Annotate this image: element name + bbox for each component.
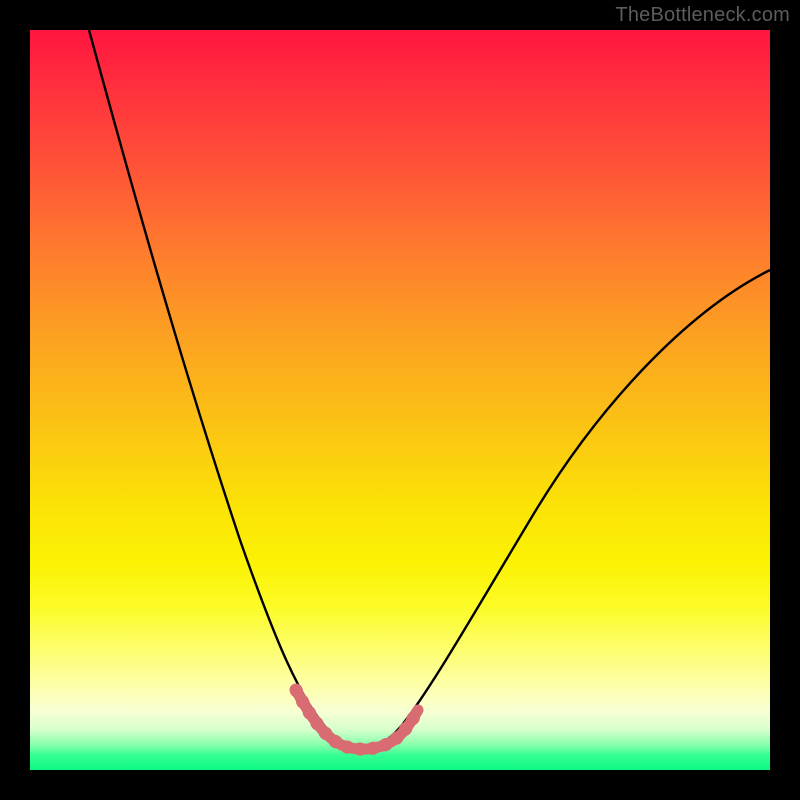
watermark-text: TheBottleneck.com	[615, 4, 790, 27]
curve-layer	[30, 30, 770, 770]
highlight-region-fill	[296, 690, 418, 749]
bottleneck-curve	[89, 30, 770, 746]
chart-frame: TheBottleneck.com	[0, 0, 800, 800]
plot-area	[30, 30, 770, 770]
